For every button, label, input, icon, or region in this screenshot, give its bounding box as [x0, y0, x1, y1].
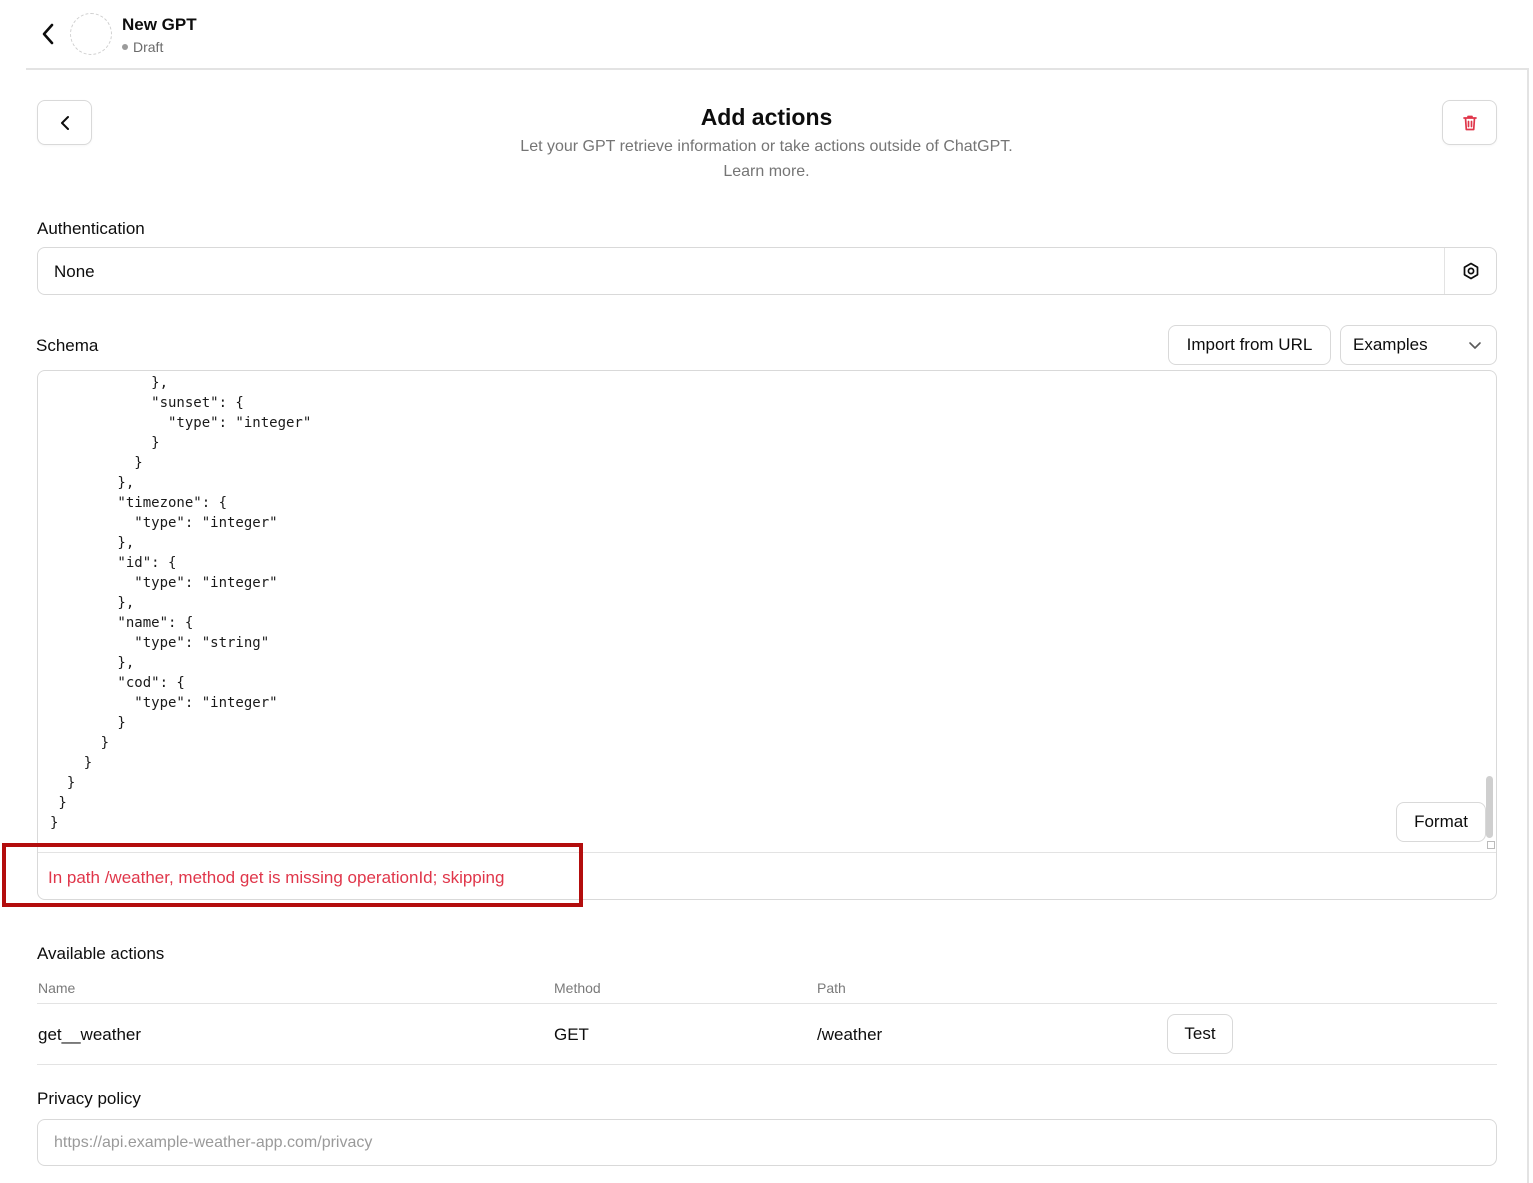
- gpt-name: New GPT: [122, 15, 197, 34]
- action-method: GET: [554, 1025, 589, 1044]
- code-line: },: [50, 535, 135, 551]
- code-line: "type": "integer": [50, 575, 278, 591]
- authentication-value: None: [54, 262, 95, 281]
- action-name: get__weather: [38, 1025, 142, 1044]
- code-line: },: [50, 595, 135, 611]
- code-line: }: [50, 755, 93, 771]
- gpt-avatar[interactable]: [70, 13, 112, 55]
- code-line: "timezone": {: [50, 495, 228, 511]
- code-line: }: [50, 795, 67, 811]
- code-line: "id": {: [50, 555, 177, 571]
- code-line: "type": "integer": [50, 695, 278, 711]
- authentication-label: Authentication: [37, 219, 145, 238]
- action-path: /weather: [817, 1025, 883, 1044]
- privacy-policy-input[interactable]: [37, 1119, 1497, 1166]
- header-divider: [26, 68, 1529, 70]
- page-scrollbar[interactable]: [1527, 70, 1529, 1183]
- code-line: }: [50, 435, 160, 451]
- code-line: }: [50, 815, 59, 831]
- schema-container: }, "sunset": { "type": "integer" } } }, …: [37, 370, 1497, 900]
- editor-scrollbar[interactable]: [1486, 776, 1493, 838]
- available-actions-label: Available actions: [37, 944, 165, 963]
- privacy-policy-label: Privacy policy: [37, 1089, 141, 1108]
- import-from-url-button[interactable]: Import from URL: [1168, 325, 1331, 365]
- examples-dropdown[interactable]: Examples: [1340, 325, 1497, 365]
- code-line: "sunset": {: [50, 395, 244, 411]
- schema-code[interactable]: }, "sunset": { "type": "integer" } } }, …: [50, 373, 311, 833]
- learn-more-link[interactable]: Learn more.: [0, 163, 1533, 181]
- error-highlight-box: [2, 843, 583, 907]
- code-line: }: [50, 735, 110, 751]
- code-line: }: [50, 775, 76, 791]
- authentication-select[interactable]: None: [37, 247, 1497, 295]
- code-line: }: [50, 715, 126, 731]
- code-line: "name": {: [50, 615, 194, 631]
- status-label: Draft: [133, 39, 164, 55]
- code-line: "type": "integer": [50, 515, 278, 531]
- code-line: },: [50, 655, 135, 671]
- schema-editor[interactable]: }, "sunset": { "type": "integer" } } }, …: [38, 371, 1496, 853]
- column-header-method: Method: [554, 980, 601, 996]
- code-line: "cod": {: [50, 675, 185, 691]
- examples-label: Examples: [1353, 335, 1428, 354]
- status-dot-icon: [122, 44, 128, 50]
- code-line: },: [50, 375, 169, 391]
- column-header-name: Name: [38, 980, 76, 996]
- table-header-divider: [37, 1003, 1497, 1004]
- chevron-left-icon: [42, 23, 54, 45]
- code-line: "type": "integer": [50, 415, 312, 431]
- resize-handle[interactable]: [1487, 841, 1495, 849]
- back-nav-button[interactable]: [36, 20, 60, 48]
- test-action-button[interactable]: Test: [1167, 1014, 1233, 1054]
- gear-icon: [1463, 262, 1479, 280]
- schema-label: Schema: [36, 336, 99, 355]
- trash-icon: [1462, 115, 1477, 130]
- chevron-down-icon: [1469, 342, 1481, 349]
- gpt-status: Draft: [122, 39, 163, 55]
- column-header-path: Path: [817, 980, 846, 996]
- delete-action-button[interactable]: [1442, 100, 1497, 145]
- code-line: },: [50, 475, 135, 491]
- code-line: }: [50, 455, 143, 471]
- auth-settings-button[interactable]: [1445, 248, 1497, 294]
- format-button[interactable]: Format: [1396, 802, 1486, 842]
- code-line: "type": "string": [50, 635, 270, 651]
- page-subtitle: Let your GPT retrieve information or tak…: [520, 138, 1013, 155]
- table-row-divider: [37, 1064, 1497, 1065]
- top-bar: New GPT Draft: [0, 0, 1533, 70]
- page-title: Add actions: [700, 104, 833, 130]
